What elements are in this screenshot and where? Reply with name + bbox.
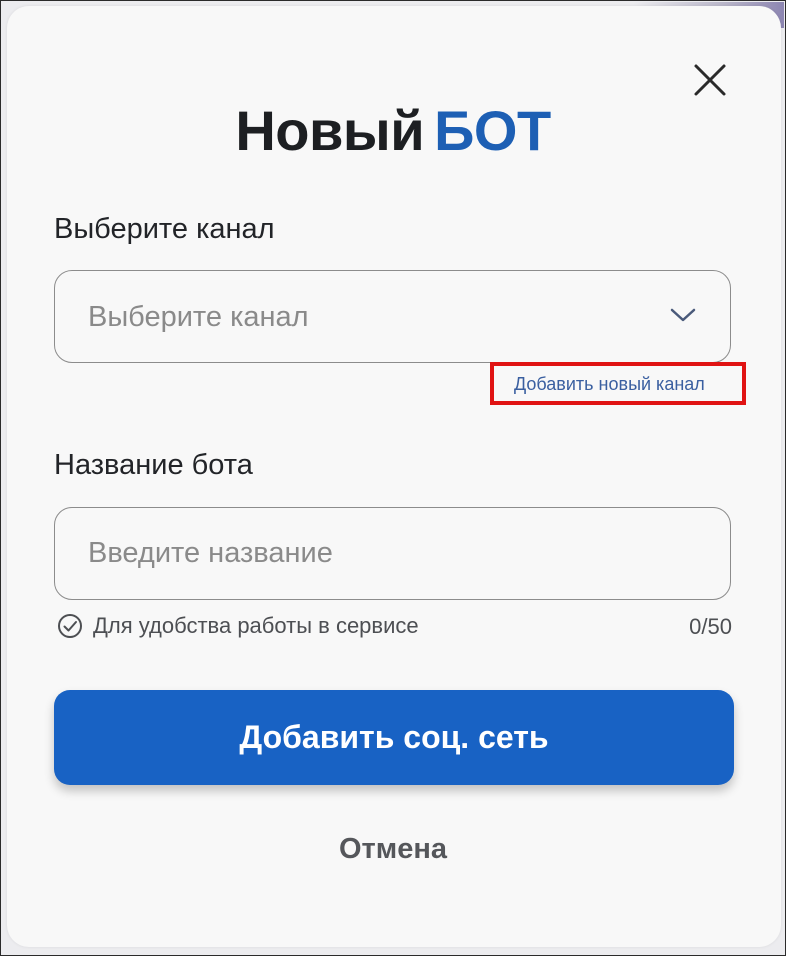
bot-name-label: Название бота	[54, 449, 253, 481]
title-new: Новый	[235, 99, 425, 162]
bot-name-hint: Для удобства работы в сервисе	[57, 612, 419, 640]
channel-select-placeholder: Выберите канал	[88, 301, 309, 333]
check-circle-icon	[58, 614, 82, 638]
modal-title: Новый БОТ	[0, 96, 786, 166]
cancel-button[interactable]: Отмена	[0, 829, 786, 869]
hint-text: Для удобства работы в сервисе	[93, 613, 419, 638]
channel-select[interactable]: Выберите канал	[54, 270, 731, 363]
chevron-down-icon	[670, 308, 696, 322]
bot-name-input[interactable]	[54, 507, 731, 600]
char-counter: 0/50	[689, 614, 732, 639]
channel-label: Выберите канал	[54, 213, 275, 245]
close-icon	[694, 64, 726, 96]
add-social-network-button[interactable]: Добавить соц. сеть	[54, 690, 734, 785]
title-bot: БОТ	[434, 99, 551, 162]
add-new-channel-link[interactable]: Добавить новый канал	[514, 373, 705, 395]
